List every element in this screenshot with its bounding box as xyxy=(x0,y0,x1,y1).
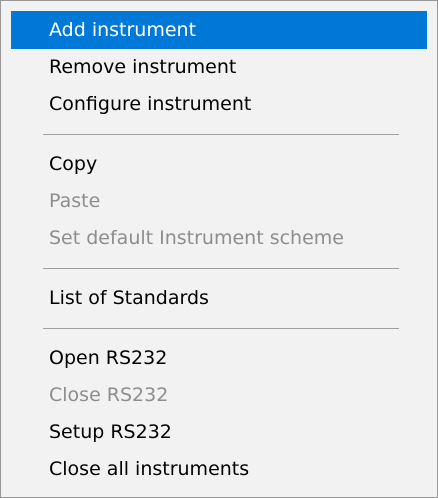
menu-separator xyxy=(11,257,427,280)
menu-item-setup-rs232[interactable]: Setup RS232 xyxy=(11,414,427,451)
menu-item-remove-instrument[interactable]: Remove instrument xyxy=(11,49,427,86)
menu-item-configure-instrument[interactable]: Configure instrument xyxy=(11,86,427,123)
menu-item-paste: Paste xyxy=(11,183,427,220)
context-menu-list: Add instrument Remove instrument Configu… xyxy=(11,11,427,488)
menu-item-close-rs232: Close RS232 xyxy=(11,377,427,414)
menu-item-label: Close all instruments xyxy=(49,458,250,480)
menu-item-copy[interactable]: Copy xyxy=(11,146,427,183)
menu-item-label: Close RS232 xyxy=(49,384,169,406)
menu-item-label: List of Standards xyxy=(49,287,209,309)
context-menu: Add instrument Remove instrument Configu… xyxy=(0,0,438,498)
menu-item-label: Remove instrument xyxy=(49,56,237,78)
menu-item-open-rs232[interactable]: Open RS232 xyxy=(11,340,427,377)
menu-item-label: Set default Instrument scheme xyxy=(49,227,344,249)
menu-item-add-instrument[interactable]: Add instrument xyxy=(11,11,427,49)
menu-item-label: Configure instrument xyxy=(49,93,252,115)
menu-separator xyxy=(11,317,427,340)
menu-separator xyxy=(11,123,427,146)
menu-item-close-all-instruments[interactable]: Close all instruments xyxy=(11,451,427,488)
menu-item-label: Paste xyxy=(49,190,101,212)
menu-item-list-of-standards[interactable]: List of Standards xyxy=(11,280,427,317)
menu-item-label: Copy xyxy=(49,153,98,175)
menu-item-label: Setup RS232 xyxy=(49,421,172,443)
menu-item-label: Open RS232 xyxy=(49,347,168,369)
menu-item-set-default-instrument-scheme: Set default Instrument scheme xyxy=(11,220,427,257)
menu-item-label: Add instrument xyxy=(49,19,197,41)
